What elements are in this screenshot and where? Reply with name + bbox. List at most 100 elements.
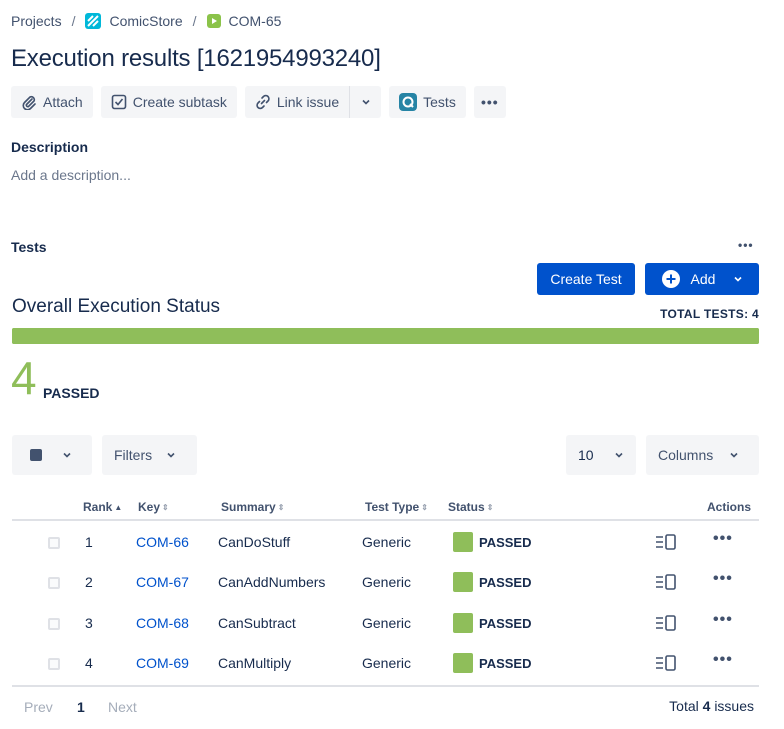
status-color-swatch	[453, 572, 473, 592]
breadcrumb-separator: /	[71, 13, 76, 29]
execution-details-icon[interactable]	[655, 573, 677, 594]
status-color-swatch	[453, 653, 473, 673]
row-summary: CanSubtract	[218, 615, 296, 631]
table-row: 4 COM-69 CanMultiply Generic PASSED •••	[12, 644, 759, 684]
total-issues-prefix: Total	[669, 698, 699, 714]
table-bottom-divider	[12, 685, 759, 687]
row-actions-menu-icon[interactable]: •••	[713, 530, 733, 548]
tests-section-more-icon[interactable]: •••	[738, 238, 754, 252]
page-size-select[interactable]: 10	[566, 435, 636, 475]
attach-button[interactable]: Attach	[11, 86, 93, 118]
filters-dropdown[interactable]: Filters	[102, 435, 197, 475]
tests-table-header: Rank ▲ Key ⇕ Summary ⇕ Test Type ⇕ Statu…	[12, 496, 759, 521]
passed-count-label: PASSED	[43, 385, 100, 401]
row-rank: 3	[85, 615, 93, 631]
key-header-label: Key	[138, 500, 161, 514]
add-button[interactable]: Add	[645, 263, 759, 295]
row-key-link[interactable]: COM-66	[136, 534, 189, 550]
breadcrumb-project[interactable]: ComicStore	[85, 13, 183, 29]
create-test-button[interactable]: Create Test	[537, 263, 635, 295]
total-issues-suffix: issues	[714, 698, 754, 714]
breadcrumb: Projects / ComicStore / COM-65	[11, 11, 281, 31]
description-placeholder[interactable]: Add a description...	[11, 167, 131, 183]
row-actions-menu-icon[interactable]: •••	[713, 611, 733, 629]
more-actions-button[interactable]: •••	[473, 86, 506, 118]
pagination-current-page[interactable]: 1	[77, 699, 85, 715]
total-issues-count: 4	[702, 698, 711, 714]
column-header-actions: Actions	[707, 500, 751, 514]
more-icon: •••	[480, 94, 499, 110]
status-header-label: Status	[448, 500, 485, 514]
chevron-down-icon	[614, 450, 624, 460]
tests-label: Tests	[423, 94, 456, 110]
filters-label: Filters	[114, 447, 153, 463]
table-row: 1 COM-66 CanDoStuff Generic PASSED •••	[12, 523, 759, 563]
chevron-down-icon	[62, 450, 72, 460]
actions-header-label: Actions	[707, 500, 752, 514]
execution-progress-bar	[12, 328, 759, 344]
row-summary: CanMultiply	[218, 655, 292, 671]
row-actions-menu-icon[interactable]: •••	[713, 651, 733, 669]
row-status: PASSED	[453, 613, 532, 633]
row-key-link[interactable]: COM-68	[136, 615, 189, 631]
row-key-link[interactable]: COM-69	[136, 655, 189, 671]
row-test-type: Generic	[362, 615, 412, 631]
execution-details-icon[interactable]	[655, 614, 677, 635]
column-header-key[interactable]: Key ⇕	[138, 500, 169, 514]
row-checkbox[interactable]	[48, 537, 60, 549]
columns-dropdown[interactable]: Columns	[646, 435, 759, 475]
tests-button[interactable]: Tests	[389, 86, 466, 118]
breadcrumb-issue[interactable]: COM-65	[206, 13, 282, 29]
table-row: 2 COM-67 CanAddNumbers Generic PASSED ••…	[12, 563, 759, 603]
row-status-label: PASSED	[479, 615, 532, 631]
pagination-prev[interactable]: Prev	[24, 699, 53, 715]
summary-header-label: Summary	[221, 500, 276, 514]
bulk-select-dropdown[interactable]	[12, 435, 92, 475]
columns-label: Columns	[658, 447, 714, 463]
row-checkbox[interactable]	[48, 658, 60, 670]
execution-details-icon[interactable]	[655, 654, 677, 675]
link-icon	[255, 94, 271, 110]
column-header-summary[interactable]: Summary ⇕	[221, 500, 284, 514]
pagination-next[interactable]: Next	[108, 699, 137, 715]
row-rank: 1	[85, 534, 93, 550]
row-status-label: PASSED	[479, 534, 532, 550]
link-issue-dropdown-button[interactable]	[349, 86, 382, 118]
rank-header-label: Rank	[83, 500, 113, 514]
checkbox-icon	[30, 449, 42, 461]
breadcrumb-issue-label: COM-65	[228, 13, 282, 29]
test-type-header-label: Test Type	[365, 500, 420, 514]
create-subtask-label: Create subtask	[132, 94, 227, 110]
row-status: PASSED	[453, 532, 532, 552]
row-rank: 2	[85, 574, 93, 590]
column-header-status[interactable]: Status ⇕	[448, 500, 493, 514]
paperclip-icon	[21, 94, 37, 110]
row-test-type: Generic	[362, 534, 412, 550]
row-rank: 4	[85, 655, 93, 671]
column-header-test-type[interactable]: Test Type ⇕	[365, 500, 428, 514]
row-checkbox[interactable]	[48, 577, 60, 589]
attach-label: Attach	[43, 94, 83, 110]
column-header-rank[interactable]: Rank ▲	[83, 500, 122, 514]
chevron-down-icon	[729, 450, 739, 460]
breadcrumb-projects[interactable]: Projects	[11, 13, 62, 29]
sort-icon: ⇕	[162, 502, 169, 512]
xray-tests-icon	[399, 93, 418, 111]
breadcrumb-separator: /	[192, 13, 197, 29]
chevron-down-icon	[733, 274, 743, 284]
create-subtask-button[interactable]: Create subtask	[100, 86, 237, 118]
description-label: Description	[11, 139, 89, 155]
row-status: PASSED	[453, 653, 532, 673]
link-issue-button[interactable]: Link issue	[244, 86, 350, 118]
sort-ascending-icon: ▲	[114, 502, 123, 512]
row-key-link[interactable]: COM-67	[136, 574, 189, 590]
execution-details-icon[interactable]	[655, 533, 677, 554]
row-status: PASSED	[453, 572, 532, 592]
issue-toolbar: Attach Create subtask Link issue Tests •…	[11, 86, 506, 118]
table-row: 3 COM-68 CanSubtract Generic PASSED •••	[12, 604, 759, 644]
total-tests-count: TOTAL TESTS: 4	[660, 307, 759, 321]
row-status-label: PASSED	[479, 574, 532, 590]
row-checkbox[interactable]	[48, 618, 60, 630]
row-actions-menu-icon[interactable]: •••	[713, 570, 733, 588]
row-test-type: Generic	[362, 655, 412, 671]
